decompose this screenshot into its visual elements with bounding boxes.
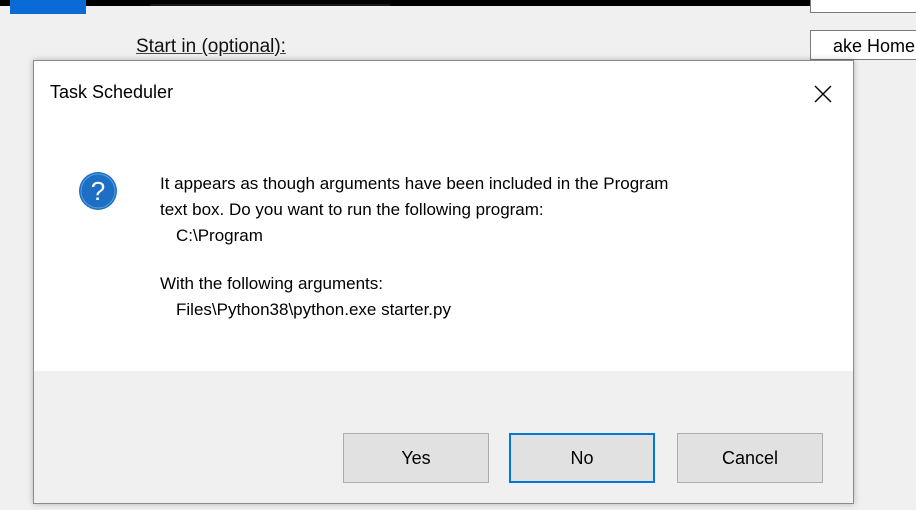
no-button[interactable]: No	[509, 433, 655, 483]
start-in-label: Start in (optional):	[136, 36, 286, 57]
task-scheduler-dialog: Task Scheduler ? It appears as though ar…	[33, 60, 854, 504]
arguments-label: With the following arguments:	[160, 274, 383, 293]
close-button[interactable]	[793, 61, 853, 127]
dialog-titlebar: Task Scheduler	[34, 61, 853, 127]
yes-button[interactable]: Yes	[343, 433, 489, 483]
start-in-field: ake Home	[810, 30, 916, 60]
background-program-field	[810, 0, 916, 13]
question-icon: ?	[79, 172, 117, 210]
background-cutoff-text	[150, 0, 390, 6]
svg-text:?: ?	[91, 176, 105, 206]
message-line: It appears as though arguments have been…	[160, 174, 669, 193]
background-selected-tab	[10, 0, 86, 14]
start-in-field-value: ake Home	[832, 36, 915, 56]
background-window-top-edge	[0, 0, 916, 6]
screen: Start in (optional): ake Home Task Sched…	[0, 0, 916, 510]
dialog-title: Task Scheduler	[50, 82, 174, 102]
cancel-button[interactable]: Cancel	[677, 433, 823, 483]
program-path: C:\Program	[176, 226, 263, 245]
dialog-message: It appears as though arguments have been…	[160, 171, 668, 323]
message-line: text box. Do you want to run the followi…	[160, 200, 544, 219]
arguments-value: Files\Python38\python.exe starter.py	[176, 300, 451, 319]
close-icon	[814, 85, 832, 103]
